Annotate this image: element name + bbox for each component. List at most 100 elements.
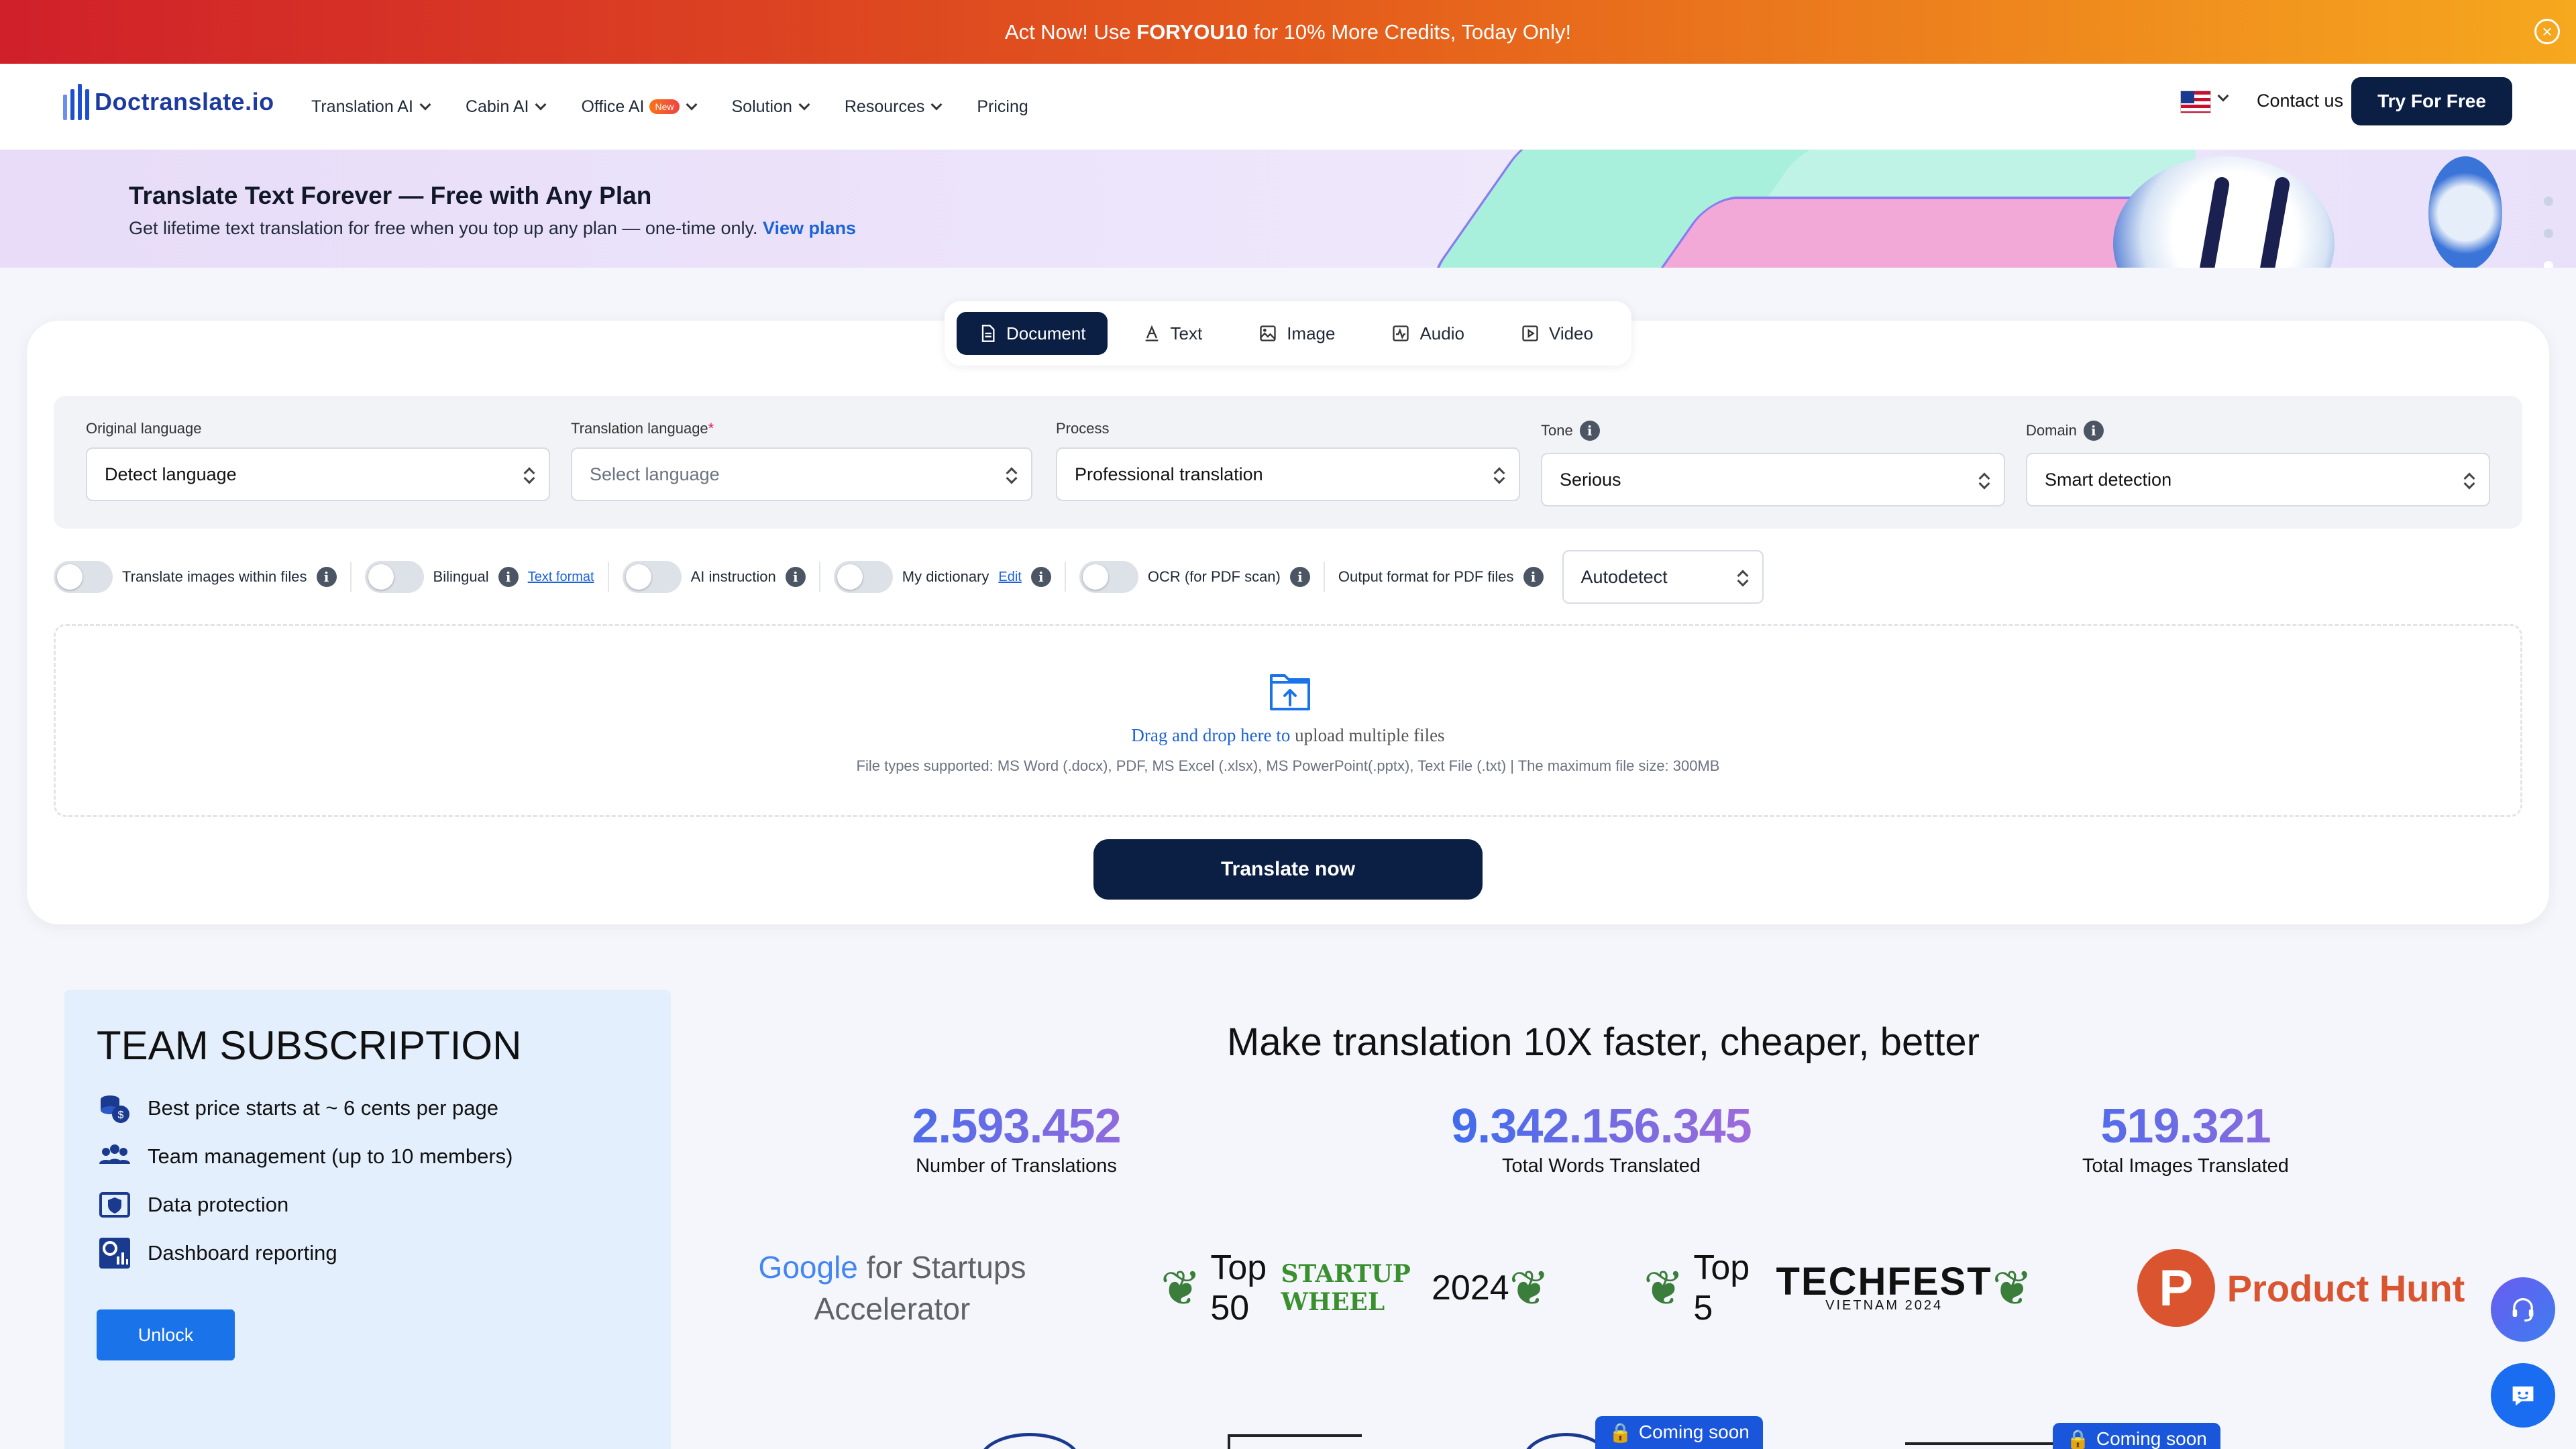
menu-resources[interactable]: Resources <box>845 97 943 117</box>
carousel-dot[interactable] <box>2544 229 2553 238</box>
bilingual-toggle[interactable] <box>364 561 424 593</box>
tab-document[interactable]: Document <box>957 312 1108 355</box>
carousel-dots <box>2544 197 2553 268</box>
menu-label: Solution <box>731 97 792 116</box>
ai-instruction-toggle[interactable] <box>622 561 682 593</box>
domain-label: Domain i <box>2026 421 2104 441</box>
process-select[interactable]: Professional translation <box>1056 447 1520 501</box>
edit-dictionary-link[interactable]: Edit <box>998 570 1021 585</box>
feature-label: Data protection <box>148 1193 289 1216</box>
select-placeholder: Select language <box>590 464 720 484</box>
option-ocr: OCR (for PDF scan) i <box>1079 561 1310 593</box>
new-badge: New <box>649 99 680 114</box>
original-language-label: Original language <box>86 420 201 437</box>
ocr-toggle[interactable] <box>1079 561 1138 593</box>
unlock-button[interactable]: Unlock <box>97 1309 235 1360</box>
field-label: Translation language * <box>571 420 714 437</box>
chevron-updown-icon <box>1737 569 1748 588</box>
translate-now-button[interactable]: Translate now <box>1093 839 1483 900</box>
certification-badge <box>1228 1434 1362 1449</box>
contact-link[interactable]: Contact us <box>2257 91 2343 111</box>
info-icon[interactable]: i <box>785 567 806 587</box>
techfest-badge: ❦ Top 5 TECHFEST VIETNAM 2024 ❦ <box>1644 1248 2033 1328</box>
info-icon[interactable]: i <box>1579 421 1600 441</box>
info-icon[interactable]: i <box>1523 567 1544 587</box>
dropzone-drag-text: Drag and drop here to <box>1131 725 1291 745</box>
menu-translation-ai[interactable]: Translation AI <box>311 97 431 117</box>
laurel-left-icon: ❦ <box>1161 1262 1201 1316</box>
support-headset-button[interactable] <box>2491 1277 2555 1342</box>
try-for-free-button[interactable]: Try For Free <box>2351 77 2512 125</box>
google-line: Google for Startups <box>759 1246 1026 1288</box>
logo[interactable]: Doctranslate.io <box>63 84 274 120</box>
chevron-updown-icon <box>2463 472 2474 490</box>
svg-text:$: $ <box>118 1110 124 1121</box>
close-icon[interactable]: × <box>2534 19 2560 44</box>
laurel-right-icon: ❦ <box>1509 1262 1550 1316</box>
info-icon[interactable]: i <box>498 567 519 587</box>
option-label: Output format for PDF files <box>1338 568 1514 585</box>
process-label: Process <box>1056 420 1109 437</box>
info-icon[interactable]: i <box>1030 567 1051 587</box>
my-dictionary-toggle[interactable] <box>833 561 893 593</box>
text-format-link[interactable]: Text format <box>528 570 594 585</box>
carousel-dot-active[interactable] <box>2544 261 2553 268</box>
info-icon[interactable]: i <box>1289 567 1310 587</box>
options-row: Translate images within files i Bilingua… <box>54 550 1764 604</box>
divider <box>1323 562 1325 592</box>
info-icon[interactable]: i <box>316 567 337 587</box>
original-language-select[interactable]: Detect language <box>86 447 550 501</box>
translation-language-select[interactable]: Select language <box>571 447 1032 501</box>
menu-label: Translation AI <box>311 97 413 116</box>
promo-code: FORYOU10 <box>1136 19 1248 44</box>
tab-audio[interactable]: Audio <box>1370 312 1486 355</box>
menu-label: Pricing <box>977 97 1028 116</box>
chevron-down-icon[interactable] <box>2217 90 2229 102</box>
chevron-updown-icon <box>1493 466 1504 485</box>
stat-label: Total Images Translated <box>2082 1155 2289 1177</box>
divider <box>818 562 820 592</box>
promo-suffix: for 10% More Credits, Today Only! <box>1253 19 1572 44</box>
divider <box>607 562 609 592</box>
menu-pricing[interactable]: Pricing <box>977 97 1028 117</box>
us-flag-icon[interactable] <box>2180 91 2211 113</box>
menu-office-ai[interactable]: Office AI New <box>581 97 697 117</box>
translate-images-toggle[interactable] <box>54 561 113 593</box>
dropzone-note: File types supported: MS Word (.docx), P… <box>856 757 1720 774</box>
domain-select[interactable]: Smart detection <box>2026 453 2490 506</box>
startup-wheel-logo: STARTUP WHEEL <box>1281 1260 1411 1316</box>
menu-solution[interactable]: Solution <box>731 97 810 117</box>
file-dropzone[interactable]: Drag and drop here to upload multiple fi… <box>54 624 2522 817</box>
tab-image[interactable]: Image <box>1237 312 1356 355</box>
select-value: Smart detection <box>2045 469 2172 490</box>
product-hunt-badge: P Product Hunt <box>2127 1248 2475 1328</box>
logo-icon <box>63 84 89 120</box>
carousel-dot[interactable] <box>2544 197 2553 206</box>
coming-soon-text: Coming soon <box>1638 1421 1750 1442</box>
award-rank: Top 5 <box>1693 1248 1750 1328</box>
document-icon <box>981 325 995 342</box>
coming-soon-text: Coming soon <box>2096 1428 2207 1449</box>
google-for-startups-badge: Google for Startups Accelerator <box>751 1248 1033 1328</box>
view-plans-link[interactable]: View plans <box>763 218 856 238</box>
output-format-select[interactable]: Autodetect <box>1562 550 1764 604</box>
stat-value: 519.321 <box>1984 1099 2387 1154</box>
team-features: $ Best price starts at ~ 6 cents per pag… <box>97 1084 513 1277</box>
menu-label: Cabin AI <box>465 97 529 116</box>
select-value: Autodetect <box>1580 566 1668 587</box>
chat-button[interactable] <box>2491 1363 2555 1428</box>
robot-ear-illustration <box>2428 156 2502 268</box>
option-bilingual: Bilingual i Text format <box>364 561 594 593</box>
certification-badge <box>979 1433 1080 1449</box>
menu-cabin-ai[interactable]: Cabin AI <box>465 97 547 117</box>
tab-text[interactable]: Text <box>1121 312 1224 355</box>
info-icon[interactable]: i <box>2083 421 2104 441</box>
feature-label: Best price starts at ~ 6 cents per page <box>148 1096 498 1120</box>
robot-eye <box>2198 176 2231 268</box>
tone-label: Tone i <box>1541 421 1600 441</box>
stat-label: Total Words Translated <box>1501 1155 1701 1177</box>
field-label-text: Domain <box>2026 422 2077 439</box>
text-icon <box>1145 325 1158 341</box>
tab-video[interactable]: Video <box>1499 312 1615 355</box>
tone-select[interactable]: Serious <box>1541 453 2005 506</box>
